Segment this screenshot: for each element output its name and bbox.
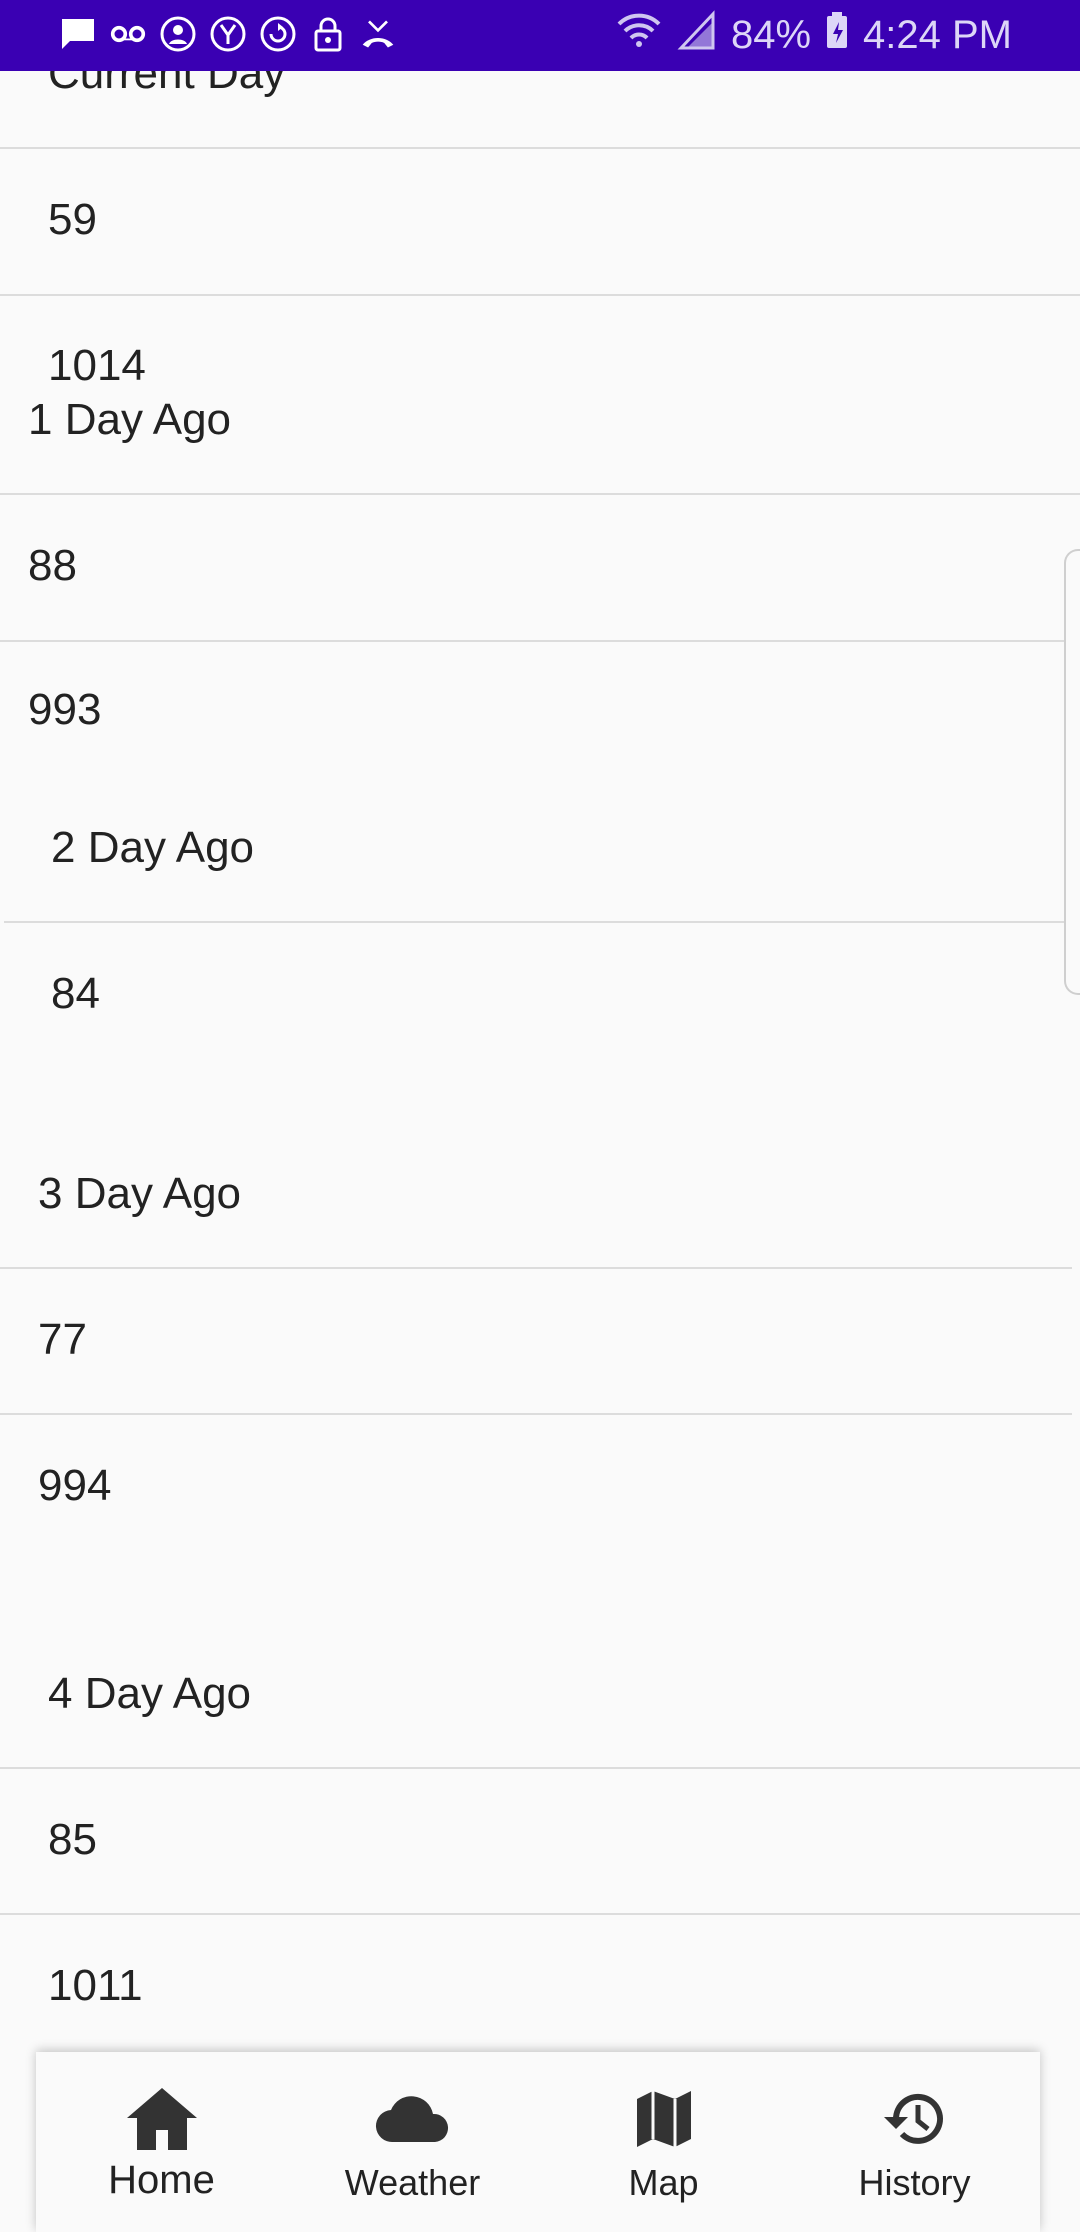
nav-history-label: History [858, 2162, 971, 2203]
battery-percent: 84% [730, 12, 812, 57]
divider [0, 147, 1080, 149]
message-icon [60, 14, 96, 54]
signal-icon [677, 10, 717, 60]
record-value: 1014 [48, 341, 146, 390]
nav-home-label: Home [108, 2158, 215, 2202]
status-bar: 84% 4:24 PM [0, 0, 1080, 71]
divider [0, 640, 1080, 642]
record-value: 1011 [48, 1961, 143, 2010]
divider [0, 294, 1080, 296]
divider [4, 921, 1080, 923]
home-icon [36, 2084, 287, 2154]
map-icon [538, 2084, 789, 2154]
nav-map-label: Map [628, 2162, 699, 2203]
battery-icon [825, 10, 849, 60]
history-icon [789, 2084, 1040, 2154]
record-value: 993 [28, 685, 102, 725]
divider [0, 1413, 1072, 1415]
history-list[interactable]: Current Day 59 1014 1 Day Ago 88 993 2 D… [0, 71, 1080, 2051]
bottom-navigation: Home Weather Map History [36, 2052, 1040, 2232]
status-right: 84% 4:24 PM [615, 10, 1012, 60]
record-value: 59 [48, 195, 97, 244]
record-label-clip: Current Day [0, 71, 1080, 111]
record-label-clip: 4 Day Ago [0, 1671, 1080, 1731]
nav-weather-label: Weather [344, 2162, 481, 2203]
record-value: 88 [28, 541, 77, 590]
record-label: 3 Day Ago [38, 1171, 242, 1218]
account-icon [160, 14, 196, 54]
sync-icon [260, 14, 296, 54]
record-value: 77 [38, 1315, 87, 1364]
record-label: 1 Day Ago [28, 395, 232, 444]
divider [0, 1913, 1080, 1915]
scrollbar-handle[interactable] [1064, 549, 1080, 995]
record-label: Current Day [48, 71, 286, 98]
record-value-clip: 993 [0, 671, 1080, 725]
divider [0, 493, 1080, 495]
record-label: 2 Day Ago [51, 823, 255, 872]
nav-weather[interactable]: Weather [287, 2052, 538, 2220]
record-value: 994 [38, 1461, 112, 1510]
notification-icons [60, 14, 396, 54]
cloud-icon [287, 2084, 538, 2154]
voicemail-icon [110, 14, 146, 54]
nav-history[interactable]: History [789, 2052, 1040, 2220]
record-label-clip: 3 Day Ago [0, 1171, 1080, 1231]
nav-home[interactable]: Home [36, 2052, 287, 2220]
divider [0, 1767, 1080, 1769]
nav-map[interactable]: Map [538, 2052, 789, 2220]
record-value: 84 [51, 969, 100, 1018]
wifi-icon [615, 10, 663, 60]
record-value: 85 [48, 1815, 97, 1864]
clock: 4:24 PM [863, 12, 1012, 57]
record-label: 4 Day Ago [48, 1671, 252, 1718]
divider [0, 1267, 1072, 1269]
missed-call-icon [360, 14, 396, 54]
yahoo-icon [210, 14, 246, 54]
lock-icon [310, 14, 346, 54]
